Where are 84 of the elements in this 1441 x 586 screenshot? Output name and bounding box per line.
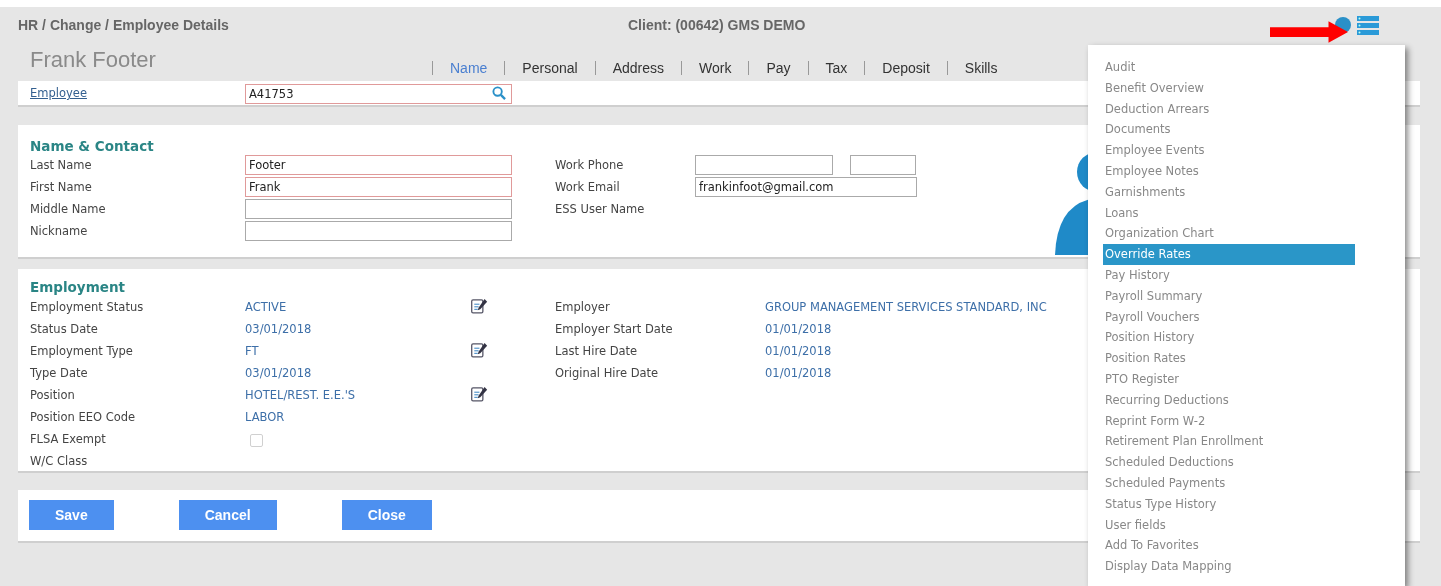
menu-icon[interactable] xyxy=(1357,15,1379,35)
employee-name: Frank Footer xyxy=(30,47,157,74)
field-label: Position xyxy=(30,388,76,402)
save-button[interactable]: Save xyxy=(29,500,114,530)
search-icon[interactable] xyxy=(492,86,506,100)
menu-item[interactable]: Add To Favorites xyxy=(1103,535,1355,557)
field-label: Status Date xyxy=(30,322,99,336)
field-value: 01/01/2018 xyxy=(765,344,833,358)
section-title: Employment xyxy=(30,279,125,295)
field-label: Employer xyxy=(555,300,611,314)
input-field[interactable]: frankinfoot@gmail.com xyxy=(695,177,917,197)
tab[interactable]: Address xyxy=(594,61,681,75)
section-title: Name & Contact xyxy=(30,138,154,154)
input-field[interactable]: Frank xyxy=(245,177,512,197)
edit-icon[interactable] xyxy=(470,384,488,402)
menu-item[interactable]: Benefit Overview xyxy=(1103,77,1355,99)
field-value: GROUP MANAGEMENT SERVICES STANDARD, INC xyxy=(765,300,1047,314)
field-label: Employment Type xyxy=(30,344,134,358)
menu-item[interactable]: Audit xyxy=(1103,57,1355,78)
menu-item[interactable]: Garnishments xyxy=(1103,181,1355,203)
field-label: Work Phone xyxy=(555,158,625,172)
menu-item[interactable]: PTO Register xyxy=(1103,368,1355,390)
menu-item[interactable]: Display Data Mapping xyxy=(1103,556,1355,577)
employee-link[interactable]: Employee xyxy=(30,86,245,100)
tab[interactable]: Work xyxy=(681,61,749,75)
input-field[interactable] xyxy=(245,199,512,219)
menu-item[interactable]: Documents xyxy=(1103,119,1355,141)
menu-item[interactable]: Loans xyxy=(1103,202,1355,224)
menu-item[interactable]: Employee Notes xyxy=(1103,161,1355,182)
field-label: ESS User Name xyxy=(555,202,646,216)
field-label: First Name xyxy=(30,180,93,194)
field-label: Work Email xyxy=(555,180,621,194)
input-field[interactable]: Footer xyxy=(245,155,512,175)
client-title: Client: (00642) GMS DEMO xyxy=(628,17,806,33)
field-value: HOTEL/REST. E.E.'S xyxy=(245,388,357,402)
extension-field[interactable] xyxy=(850,155,916,175)
menu-item[interactable]: Employee Events xyxy=(1103,140,1355,161)
tab[interactable]: Personal xyxy=(504,61,595,75)
field-label: Last Name xyxy=(30,158,93,172)
field-label: W/C Class xyxy=(30,454,89,468)
field-value: 03/01/2018 xyxy=(245,322,313,336)
field-label: Employment Status xyxy=(30,300,145,314)
employee-field[interactable]: A41753 xyxy=(245,84,512,104)
breadcrumb: HR / Change / Employee Details xyxy=(18,17,230,33)
field-value: 03/01/2018 xyxy=(245,366,313,380)
field-value: 01/01/2018 xyxy=(765,366,833,380)
menu-item[interactable]: Scheduled Deductions xyxy=(1103,452,1355,473)
menu-item[interactable]: Pay History xyxy=(1103,264,1355,286)
field-value: LABOR xyxy=(245,410,286,424)
input-field[interactable] xyxy=(245,221,512,241)
cancel-button[interactable]: Cancel xyxy=(178,500,277,530)
field-label: Last Hire Date xyxy=(555,344,639,358)
field-value: FT xyxy=(245,344,260,358)
menu-item[interactable]: Reprint Form W-2 xyxy=(1103,410,1355,432)
menu-item[interactable]: Payroll Summary xyxy=(1103,285,1355,307)
edit-icon[interactable] xyxy=(470,340,488,358)
close-button[interactable]: Close xyxy=(341,500,432,530)
menu-item[interactable]: Payroll Vouchers xyxy=(1103,306,1355,328)
tab[interactable]: Skills xyxy=(946,61,1015,75)
phone-field[interactable] xyxy=(695,155,833,175)
menu-item[interactable]: User fields xyxy=(1103,514,1355,536)
menu-item[interactable]: Scheduled Payments xyxy=(1103,472,1355,494)
edit-icon[interactable] xyxy=(470,296,488,314)
menu-item[interactable]: Recurring Deductions xyxy=(1103,389,1355,411)
menu-item[interactable]: Override Rates xyxy=(1103,244,1355,265)
field-label: Nickname xyxy=(30,224,89,238)
menu-item[interactable]: Status Type History xyxy=(1103,493,1355,515)
menu-item[interactable]: Position History xyxy=(1103,327,1355,349)
tab[interactable]: Tax xyxy=(807,61,865,75)
field-label: Original Hire Date xyxy=(555,366,660,380)
field-label: Employer Start Date xyxy=(555,322,674,336)
tab[interactable]: Deposit xyxy=(864,61,947,75)
menu-item[interactable]: Deduction Arrears xyxy=(1103,98,1355,120)
menu-item[interactable]: Organization Chart xyxy=(1103,223,1355,245)
menu-item[interactable]: Position Rates xyxy=(1103,348,1355,369)
field-label: Type Date xyxy=(30,366,89,380)
field-value: 01/01/2018 xyxy=(765,322,833,336)
field-label: FLSA Exempt xyxy=(30,432,107,446)
field-label: Position EEO Code xyxy=(30,410,137,424)
menu-item[interactable]: Retirement Plan Enrollment xyxy=(1103,431,1355,453)
field-label: Middle Name xyxy=(30,202,107,216)
tab[interactable]: Pay xyxy=(748,61,808,75)
tab[interactable]: Name xyxy=(432,61,505,75)
field-value: ACTIVE xyxy=(245,300,288,314)
